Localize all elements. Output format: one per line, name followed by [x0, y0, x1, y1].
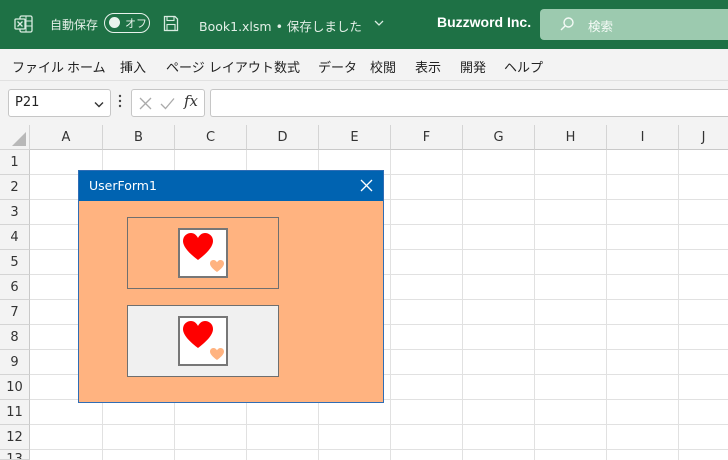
- excel-logo-icon: [14, 15, 33, 33]
- column-header[interactable]: G: [463, 125, 535, 150]
- search-placeholder: 検索: [588, 19, 614, 34]
- image-control[interactable]: [178, 228, 228, 278]
- column-header[interactable]: C: [175, 125, 247, 150]
- row-header[interactable]: 3: [0, 200, 30, 225]
- file-name[interactable]: Book1.xlsm • 保存しました: [199, 16, 362, 35]
- row-header[interactable]: 6: [0, 275, 30, 300]
- chevron-down-icon: [94, 102, 104, 108]
- column-header[interactable]: B: [103, 125, 175, 150]
- menu-insert[interactable]: 挿入: [120, 57, 146, 76]
- userform-titlebar[interactable]: UserForm1: [79, 171, 383, 201]
- more-options-icon[interactable]: [118, 93, 122, 109]
- search-box[interactable]: 検索: [540, 9, 728, 40]
- row-header[interactable]: 5: [0, 250, 30, 275]
- row-header[interactable]: 4: [0, 225, 30, 250]
- menu-home[interactable]: ホーム: [67, 57, 106, 76]
- formula-bar: P21 fx: [0, 81, 728, 125]
- select-all-corner[interactable]: [0, 125, 30, 150]
- row-header[interactable]: 11: [0, 400, 30, 425]
- insert-function-button[interactable]: fx: [184, 92, 198, 110]
- column-header[interactable]: F: [391, 125, 463, 150]
- save-icon[interactable]: [163, 15, 179, 32]
- menu-developer[interactable]: 開発: [460, 57, 486, 76]
- row-header[interactable]: 8: [0, 325, 30, 350]
- column-header[interactable]: H: [535, 125, 607, 150]
- row-header[interactable]: 7: [0, 300, 30, 325]
- close-icon[interactable]: [360, 179, 373, 192]
- row-header[interactable]: 13: [0, 450, 30, 460]
- search-icon: [560, 17, 574, 31]
- menu-view[interactable]: 表示: [415, 57, 441, 76]
- heart-image-icon: [183, 233, 224, 272]
- toggle-knob: [109, 17, 120, 28]
- menu-data[interactable]: データ: [318, 57, 357, 76]
- column-header[interactable]: J: [679, 125, 728, 150]
- name-box[interactable]: P21: [8, 89, 111, 117]
- autosave-label: 自動保存: [50, 18, 99, 32]
- formula-input[interactable]: [210, 89, 728, 117]
- grid-line: [534, 150, 535, 460]
- toggle-state-label: オフ: [125, 17, 147, 30]
- row-header[interactable]: 12: [0, 425, 30, 450]
- menu-formulas[interactable]: 数式: [274, 57, 300, 76]
- image-control[interactable]: [178, 316, 228, 366]
- column-header[interactable]: I: [607, 125, 679, 150]
- menu-review[interactable]: 校閲: [370, 57, 396, 76]
- grid-line: [390, 150, 391, 460]
- frame-2[interactable]: [127, 305, 279, 377]
- grid-line: [606, 150, 607, 460]
- grid-line: [678, 150, 679, 460]
- menu-help[interactable]: ヘルプ: [504, 57, 543, 76]
- company-name: Buzzword Inc.: [437, 14, 532, 30]
- column-header[interactable]: A: [30, 125, 103, 150]
- grid-line: [30, 449, 728, 450]
- heart-image-icon: [183, 321, 224, 360]
- formula-buttons: fx: [131, 89, 205, 117]
- select-all-icon: [12, 132, 26, 146]
- name-box-value: P21: [15, 95, 40, 110]
- chevron-down-icon[interactable]: [374, 19, 384, 27]
- row-header[interactable]: 10: [0, 375, 30, 400]
- autosave-toggle[interactable]: オフ: [104, 13, 150, 33]
- title-bar: 自動保存 オフ Book1.xlsm • 保存しました Buzzword Inc…: [0, 0, 728, 49]
- row-header[interactable]: 1: [0, 150, 30, 175]
- menu-file[interactable]: ファイル: [12, 57, 64, 76]
- grid-line: [462, 150, 463, 460]
- frame-1[interactable]: [127, 217, 279, 289]
- grid-line: [30, 424, 728, 425]
- menu-page-layout[interactable]: ページ レイアウト: [166, 57, 274, 76]
- row-header[interactable]: 9: [0, 350, 30, 375]
- row-header[interactable]: 2: [0, 175, 30, 200]
- userform-window[interactable]: UserForm1: [78, 170, 384, 403]
- userform-title: UserForm1: [89, 178, 157, 193]
- column-header[interactable]: E: [319, 125, 391, 150]
- cancel-icon[interactable]: [139, 97, 152, 110]
- check-icon[interactable]: [160, 97, 175, 110]
- column-header[interactable]: D: [247, 125, 319, 150]
- ribbon-menu: ファイル ホーム 挿入 ページ レイアウト 数式 データ 校閲 表示 開発 ヘル…: [0, 49, 728, 81]
